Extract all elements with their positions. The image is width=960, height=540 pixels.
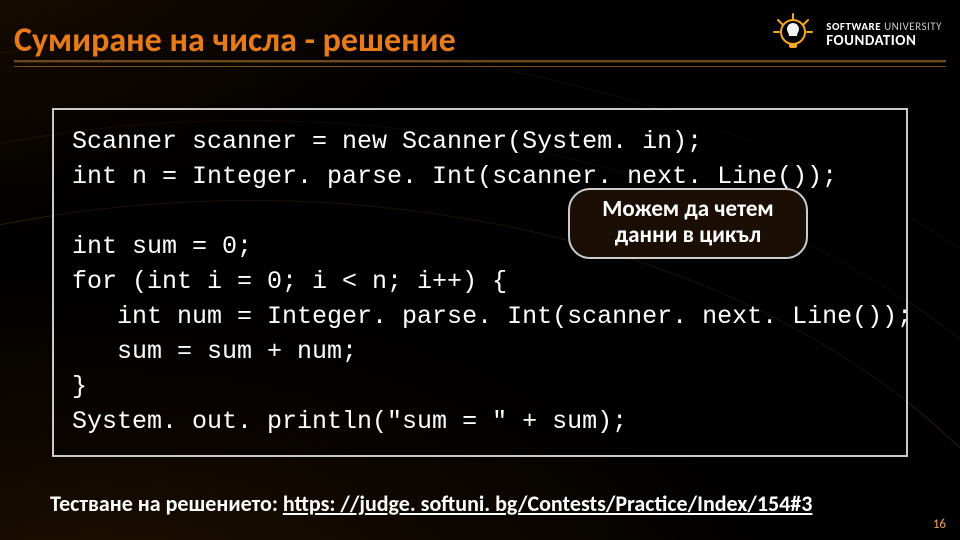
code-line: int n = Integer. parse. Int(scanner. nex…	[72, 162, 837, 191]
code-line: sum = sum + num;	[72, 337, 357, 366]
code-line: for (int i = 0; i < n; i++) {	[72, 267, 507, 296]
footer-link[interactable]: https: //judge. softuni. bg/Contests/Pra…	[283, 490, 813, 517]
header: Сумиране на числа - решение SOFTWARE UNI…	[0, 0, 960, 82]
page-title: Сумиране на числа - решение	[14, 22, 456, 59]
brand-text: SOFTWARE UNIVERSITY FOUNDATION	[826, 21, 942, 49]
callout-line: Можем да четем	[582, 196, 794, 222]
brand-word: FOUNDATION	[826, 34, 942, 49]
code-line: int sum = 0;	[72, 232, 252, 261]
callout-line: данни в цикъл	[582, 222, 794, 248]
footer-text: Тестване на решението: https: //judge. s…	[50, 490, 812, 517]
callout-bubble: Можем да четем данни в цикъл	[568, 188, 808, 259]
page-number: 16	[933, 517, 946, 532]
footer-label: Тестване на решението:	[50, 490, 283, 517]
lightbulb-icon	[770, 12, 816, 58]
code-line: System. out. println("sum = " + sum);	[72, 407, 627, 436]
code-block: Scanner scanner = new Scanner(System. in…	[52, 108, 908, 457]
brand-logo: SOFTWARE UNIVERSITY FOUNDATION	[770, 12, 942, 58]
code-line: }	[72, 372, 87, 401]
code-line: int num = Integer. parse. Int(scanner. n…	[72, 302, 912, 331]
code-line: Scanner scanner = new Scanner(System. in…	[72, 127, 702, 156]
